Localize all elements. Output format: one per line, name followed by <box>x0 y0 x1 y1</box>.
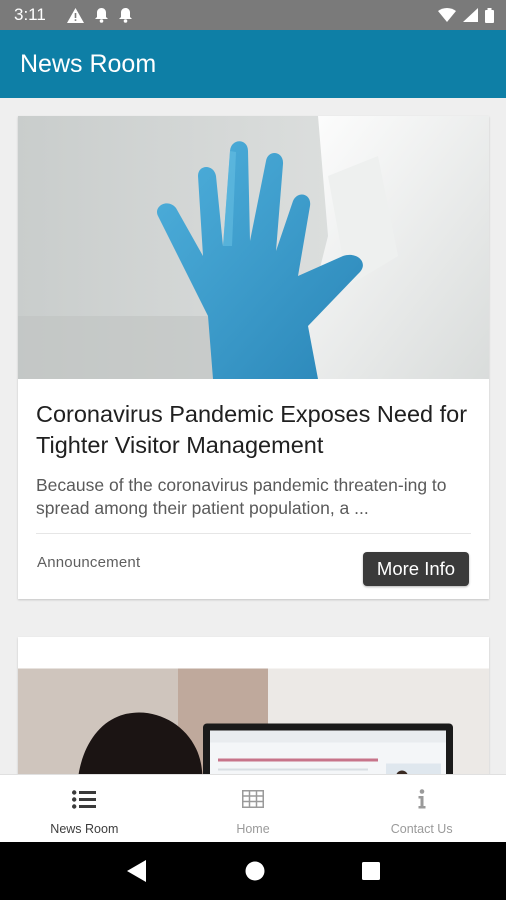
bottom-nav: News Room Home Contact Us <box>0 774 506 842</box>
article-title[interactable]: Coronavirus Pandemic Exposes Need for Ti… <box>18 379 489 461</box>
status-time: 3:11 <box>14 5 46 24</box>
article-summary: Because of the coronavirus pandemic thre… <box>36 474 471 534</box>
nav-label: Contact Us <box>390 822 453 836</box>
status-bar: 3:11 <box>0 0 506 30</box>
recents-square-icon[interactable] <box>361 862 380 880</box>
news-feed[interactable]: Coronavirus Pandemic Exposes Need for Ti… <box>0 98 506 774</box>
home-circle-icon[interactable] <box>245 861 265 881</box>
notification-bell-icon <box>118 7 132 23</box>
list-icon <box>72 787 97 811</box>
article-category: Announcement <box>37 554 141 571</box>
notification-bell-icon <box>94 7 108 23</box>
system-nav-bar <box>0 842 506 900</box>
battery-icon <box>485 7 494 23</box>
app-bar: News Room <box>0 30 506 98</box>
more-info-button[interactable]: More Info <box>363 552 469 586</box>
nav-item-home[interactable]: Home <box>169 775 338 842</box>
card-footer: Announcement More Info <box>18 534 489 604</box>
nav-item-news-room[interactable]: News Room <box>0 775 169 842</box>
back-icon[interactable] <box>126 859 148 883</box>
article-image[interactable] <box>18 637 489 774</box>
article-image[interactable] <box>18 116 489 379</box>
article-card[interactable] <box>18 637 489 774</box>
grid-icon <box>242 787 264 811</box>
nav-item-contact-us[interactable]: Contact Us <box>337 775 506 842</box>
signal-icon <box>463 8 478 22</box>
wifi-icon <box>438 8 456 22</box>
info-icon <box>417 787 427 811</box>
app-title: News Room <box>20 49 157 78</box>
nav-label: News Room <box>50 822 119 836</box>
nav-label: Home <box>236 822 270 836</box>
warning-icon <box>66 7 84 23</box>
article-card[interactable]: Coronavirus Pandemic Exposes Need for Ti… <box>18 116 489 599</box>
